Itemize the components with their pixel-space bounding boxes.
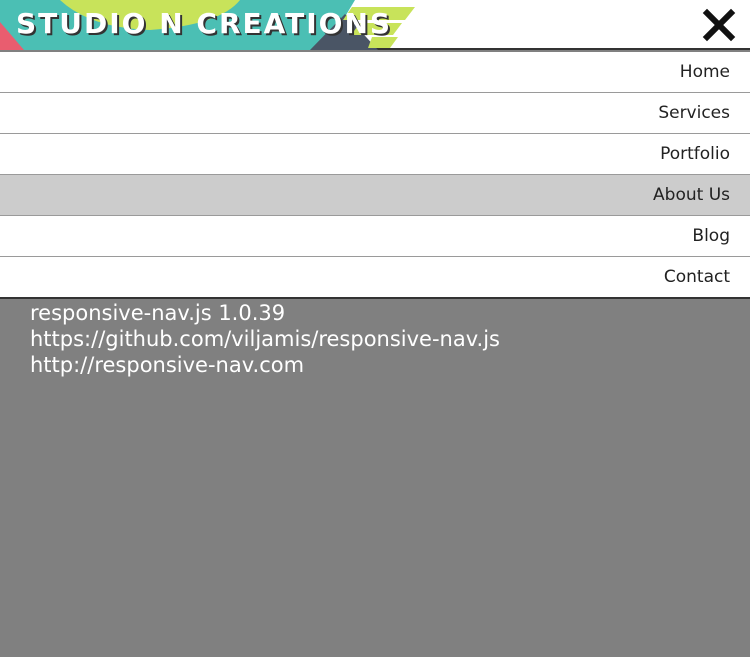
logo-text: STUDIO N CREATIONS [16, 7, 393, 40]
close-x-icon [702, 8, 736, 42]
nav-item-about-us[interactable]: About Us [0, 175, 750, 216]
nav-link-home[interactable]: Home [0, 52, 730, 92]
nav-link-portfolio[interactable]: Portfolio [0, 134, 730, 174]
version-text: responsive-nav.js 1.0.39 [30, 301, 286, 325]
nav-link-services[interactable]: Services [0, 93, 730, 133]
logo-banner[interactable]: STUDIO N CREATIONS [0, 0, 420, 50]
nav-item-services[interactable]: Services [0, 93, 750, 134]
nav-item-contact[interactable]: Contact [0, 257, 750, 297]
nav-item-home[interactable]: Home [0, 52, 750, 93]
site-header: STUDIO N CREATIONS [0, 0, 750, 50]
close-menu-button[interactable] [702, 8, 736, 42]
github-url-text: https://github.com/viljamis/responsive-n… [30, 327, 500, 351]
nav-item-blog[interactable]: Blog [0, 216, 750, 257]
website-url-text: http://responsive-nav.com [30, 353, 305, 377]
nav-link-contact[interactable]: Contact [0, 257, 730, 297]
nav-link-about-us[interactable]: About Us [0, 175, 730, 215]
nav-link-blog[interactable]: Blog [0, 216, 730, 256]
nav-item-portfolio[interactable]: Portfolio [0, 134, 750, 175]
info-block: responsive-nav.js 1.0.39 https://github.… [30, 300, 500, 378]
main-nav: Home Services Portfolio About Us Blog Co… [0, 52, 750, 299]
